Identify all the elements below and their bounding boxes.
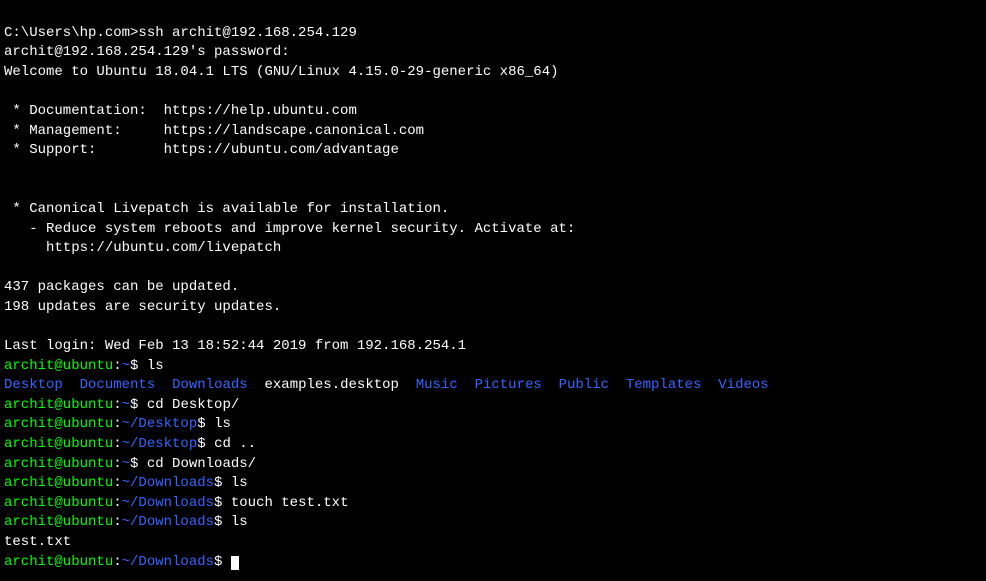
dollar-prompt: $ [197, 436, 214, 452]
terminal-output[interactable]: C:\Users\hp.com>ssh archit@192.168.254.1… [4, 4, 982, 572]
cursor-icon [231, 556, 239, 570]
ls-output-testfile: test.txt [4, 534, 71, 550]
separator: : [113, 358, 121, 374]
separator: : [113, 456, 121, 472]
user-host: archit@ubuntu [4, 554, 113, 570]
cmd-cd-desktop: cd Desktop/ [147, 397, 239, 413]
prompt-line-1: archit@ubuntu:~$ ls [4, 358, 164, 374]
prompt-line-8: archit@ubuntu:~/Downloads$ ls [4, 514, 248, 530]
last-login: Last login: Wed Feb 13 18:52:44 2019 fro… [4, 338, 466, 354]
dir-desktop: Desktop [4, 377, 63, 393]
security-updates: 198 updates are security updates. [4, 299, 281, 315]
separator: : [113, 514, 121, 530]
separator: : [113, 436, 121, 452]
livepatch-line1: * Canonical Livepatch is available for i… [4, 201, 449, 217]
dollar-prompt: $ [214, 495, 231, 511]
user-host: archit@ubuntu [4, 397, 113, 413]
separator: : [113, 475, 121, 491]
path-downloads: ~/Downloads [122, 554, 214, 570]
path-home: ~ [122, 456, 130, 472]
user-host: archit@ubuntu [4, 416, 113, 432]
dir-downloads: Downloads [172, 377, 248, 393]
prompt-line-9: archit@ubuntu:~/Downloads$ [4, 554, 239, 570]
dollar-prompt: $ [130, 456, 147, 472]
user-host: archit@ubuntu [4, 456, 113, 472]
path-desktop: ~/Desktop [122, 436, 198, 452]
password-prompt: archit@192.168.254.129's password: [4, 44, 290, 60]
user-host: archit@ubuntu [4, 475, 113, 491]
prompt-line-5: archit@ubuntu:~$ cd Downloads/ [4, 456, 256, 472]
packages-update: 437 packages can be updated. [4, 279, 239, 295]
path-home: ~ [122, 397, 130, 413]
prompt-line-4: archit@ubuntu:~/Desktop$ cd .. [4, 436, 256, 452]
path-downloads: ~/Downloads [122, 475, 214, 491]
dir-music: Music [416, 377, 458, 393]
management-link: * Management: https://landscape.canonica… [4, 123, 424, 139]
dir-pictures: Pictures [475, 377, 542, 393]
cmd-ls: ls [214, 416, 231, 432]
cmd-ls: ls [147, 358, 164, 374]
dollar-prompt: $ [214, 554, 231, 570]
separator: : [113, 554, 121, 570]
path-desktop: ~/Desktop [122, 416, 198, 432]
separator: : [113, 495, 121, 511]
file-examples: examples.desktop [265, 377, 399, 393]
path-downloads: ~/Downloads [122, 514, 214, 530]
cmd-ls: ls [231, 514, 248, 530]
support-link: * Support: https://ubuntu.com/advantage [4, 142, 399, 158]
path-home: ~ [122, 358, 130, 374]
dollar-prompt: $ [197, 416, 214, 432]
prompt-line-7: archit@ubuntu:~/Downloads$ touch test.tx… [4, 495, 348, 511]
cmd-cd-up: cd .. [214, 436, 256, 452]
dollar-prompt: $ [130, 397, 147, 413]
dir-public: Public [559, 377, 609, 393]
dollar-prompt: $ [214, 475, 231, 491]
livepatch-line3: https://ubuntu.com/livepatch [4, 240, 281, 256]
dir-templates: Templates [626, 377, 702, 393]
documentation-link: * Documentation: https://help.ubuntu.com [4, 103, 357, 119]
dir-videos: Videos [718, 377, 768, 393]
user-host: archit@ubuntu [4, 514, 113, 530]
dollar-prompt: $ [214, 514, 231, 530]
welcome-banner: Welcome to Ubuntu 18.04.1 LTS (GNU/Linux… [4, 64, 559, 80]
prompt-line-2: archit@ubuntu:~$ cd Desktop/ [4, 397, 239, 413]
ls-output-home: Desktop Documents Downloads examples.des… [4, 377, 769, 393]
separator: : [113, 397, 121, 413]
cmd-touch: touch test.txt [231, 495, 349, 511]
cmd-ls: ls [231, 475, 248, 491]
cmd-cd-downloads: cd Downloads/ [147, 456, 256, 472]
ssh-command-line: C:\Users\hp.com>ssh archit@192.168.254.1… [4, 25, 357, 41]
livepatch-line2: - Reduce system reboots and improve kern… [4, 221, 575, 237]
prompt-line-6: archit@ubuntu:~/Downloads$ ls [4, 475, 248, 491]
dollar-prompt: $ [130, 358, 147, 374]
user-host: archit@ubuntu [4, 358, 113, 374]
dir-documents: Documents [80, 377, 156, 393]
separator: : [113, 416, 121, 432]
path-downloads: ~/Downloads [122, 495, 214, 511]
user-host: archit@ubuntu [4, 495, 113, 511]
prompt-line-3: archit@ubuntu:~/Desktop$ ls [4, 416, 231, 432]
user-host: archit@ubuntu [4, 436, 113, 452]
